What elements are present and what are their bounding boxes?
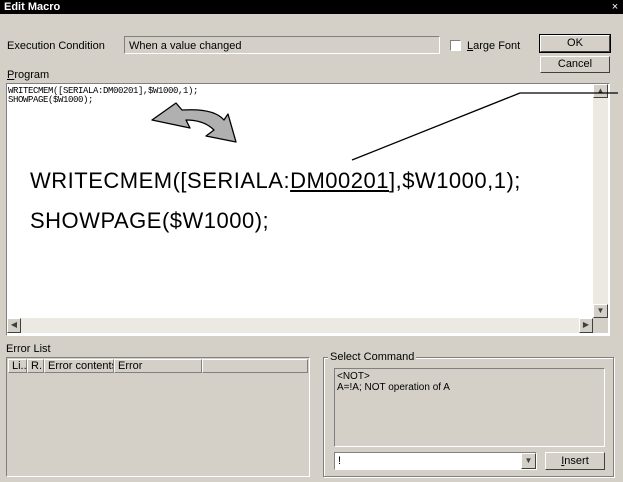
command-description: <NOT> A=!A; NOT operation of A [334, 368, 605, 447]
error-column-header-extra[interactable] [202, 359, 308, 373]
zoom-line-1: WRITECMEM([SERIALA:DM00201],$W1000,1); [30, 168, 521, 194]
error-column-header-row[interactable]: R.. [27, 359, 44, 373]
chevron-down-icon[interactable]: ▼ [521, 453, 536, 469]
error-list-label: Error List [6, 343, 51, 355]
error-list-table[interactable]: Li.. R.. Error contents Error [6, 357, 310, 477]
callout-leader-line [351, 92, 521, 161]
select-command-label: Select Command [328, 351, 417, 363]
command-select[interactable]: ! ▼ [334, 452, 537, 470]
zoom-device-address: DM00201 [290, 168, 389, 193]
command-description-text: <NOT> A=!A; NOT operation of A [337, 371, 450, 393]
zoom-line-1-pre: WRITECMEM([SERIALA: [30, 168, 291, 193]
zoom-line-1-post: ],$W1000,1); [388, 168, 521, 193]
insert-button[interactable]: Insert [545, 452, 605, 470]
error-column-header-error[interactable]: Error [114, 359, 202, 373]
insert-button-rest: nsert [564, 455, 589, 467]
error-column-header-line[interactable]: Li.. [8, 359, 27, 373]
error-column-header-contents[interactable]: Error contents [44, 359, 114, 373]
zoom-line-2: SHOWPAGE($W1000); [30, 208, 270, 233]
zoom-arrow-icon [151, 102, 237, 143]
command-select-value: ! [338, 455, 342, 467]
